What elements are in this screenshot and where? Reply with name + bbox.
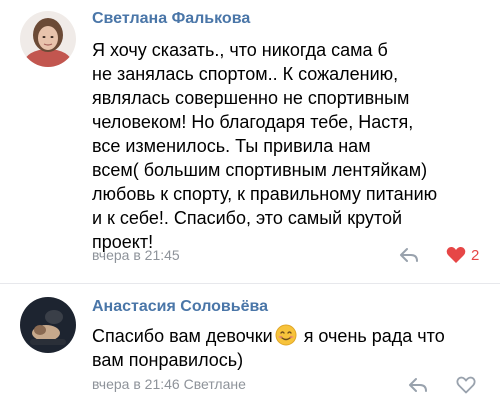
comment-timestamp[interactable]: вчера в 21:45: [92, 247, 180, 263]
comments-thread: Светлана Фалькова Я хочу сказать., что н…: [0, 0, 500, 406]
comment-text: Я хочу сказать., что никогда сама б не з…: [92, 38, 492, 254]
heart-icon: [446, 246, 466, 263]
like-button[interactable]: [456, 376, 476, 394]
comment-text-line: вам понравилось): [92, 350, 244, 370]
comment: Анастасия Соловьёва Спасибо вам девочки …: [0, 284, 500, 406]
comment-author[interactable]: Светлана Фалькова: [92, 10, 250, 28]
comment-text-line: все изменилось. Ты привила нам: [92, 136, 371, 156]
like-button[interactable]: 2: [446, 246, 479, 264]
comment-text-line: человеком! Но благодаря тебе, Настя,: [92, 112, 414, 132]
heart-icon: [456, 376, 476, 394]
reply-button[interactable]: [407, 376, 429, 394]
comment-text-line: Я хочу сказать., что никогда сама б: [92, 40, 388, 60]
like-count: 2: [471, 246, 480, 264]
avatar[interactable]: [20, 297, 76, 353]
comment-text-line: любовь к спорту, к правильному питанию: [92, 184, 438, 204]
comment-author[interactable]: Анастасия Соловьёва: [92, 298, 268, 316]
comment-timestamp[interactable]: вчера в 21:46 Светлане: [92, 376, 246, 392]
comment-text-fragment: я очень рада что: [298, 326, 445, 346]
comment-text-fragment: Спасибо вам девочки: [92, 326, 273, 346]
comment-text-line: всем( большим спортивным лентяйкам): [92, 160, 428, 180]
reply-button[interactable]: [398, 246, 420, 264]
comment-text-line: не занялась спортом.. К сожалению,: [92, 64, 399, 84]
comment-text-line: являлась совершенно не спортивным: [92, 88, 410, 108]
reply-arrow-icon: [400, 248, 418, 262]
comment: Светлана Фалькова Я хочу сказать., что н…: [0, 0, 500, 283]
reply-arrow-icon: [409, 378, 427, 392]
comment-text: Спасибо вам девочки я очень рада что вам…: [92, 324, 492, 372]
smiling-face-emoji-icon: [275, 324, 297, 346]
comment-text-line: Спасибо вам девочки я очень рада что: [92, 324, 492, 348]
comment-text-line: и к себе!. Спасибо, это самый крутой: [92, 208, 403, 228]
avatar[interactable]: [20, 11, 76, 67]
